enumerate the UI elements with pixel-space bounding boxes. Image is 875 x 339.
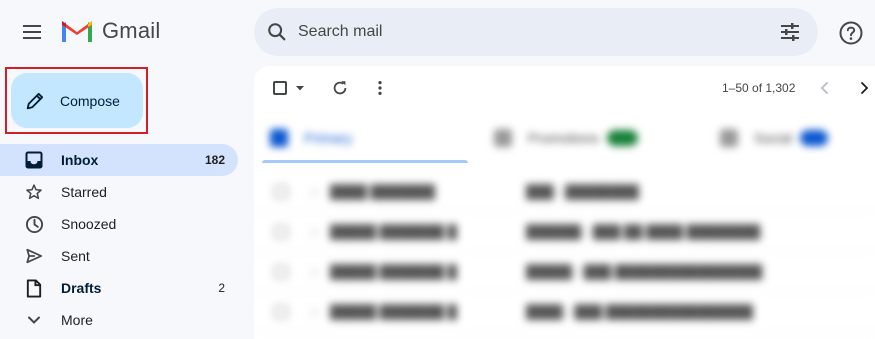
clock-icon xyxy=(24,214,44,234)
mail-list-panel: 1–50 of 1,302 Primary Promotions Social xyxy=(254,66,875,339)
pencil-icon xyxy=(26,92,44,109)
help-icon[interactable] xyxy=(838,20,864,46)
sidebar-item-sent[interactable]: Sent xyxy=(0,240,238,272)
tag-icon xyxy=(494,129,512,147)
mail-row[interactable]: ☆ █████ ███████ █ █████ - ███ ██████████… xyxy=(254,252,875,292)
tab-label: Promotions xyxy=(528,130,599,146)
tab-badge xyxy=(606,130,639,146)
send-icon xyxy=(24,246,44,266)
more-options-icon[interactable] xyxy=(371,79,389,97)
mail-row[interactable]: ☆ ████ ███████ ███ - ████████ xyxy=(254,172,875,212)
row-subject: ████ - ███ ████████████████ xyxy=(526,304,754,319)
people-icon xyxy=(720,129,738,147)
row-checkbox[interactable] xyxy=(274,224,288,239)
row-checkbox[interactable] xyxy=(274,184,288,199)
star-icon[interactable]: ☆ xyxy=(308,185,322,199)
inbox-icon xyxy=(24,150,44,170)
unread-count: 182 xyxy=(204,153,225,167)
mail-row[interactable]: ☆ █████ ███████ █ ████ - ███ ███████████… xyxy=(254,292,875,332)
select-dropdown-icon[interactable] xyxy=(295,83,305,93)
search-options-icon[interactable] xyxy=(778,20,802,44)
draft-count: 2 xyxy=(218,281,225,295)
sidebar-item-inbox[interactable]: Inbox 182 xyxy=(0,144,238,176)
row-subject: ███ - ████████ xyxy=(526,184,639,199)
chevron-down-icon xyxy=(24,310,44,330)
star-icon[interactable]: ☆ xyxy=(308,305,322,319)
hamburger-icon xyxy=(23,25,41,39)
row-sender: █████ ███████ █ xyxy=(330,264,457,279)
star-icon[interactable]: ☆ xyxy=(308,265,322,279)
sidebar-item-label: More xyxy=(61,312,93,328)
row-checkbox[interactable] xyxy=(274,264,288,279)
tab-promotions[interactable]: Promotions xyxy=(494,110,639,166)
mail-list: ☆ ████ ███████ ███ - ████████ ☆ █████ ██… xyxy=(254,172,875,332)
tab-primary[interactable]: Primary xyxy=(270,110,352,166)
tab-badge xyxy=(800,130,829,146)
star-icon[interactable]: ☆ xyxy=(308,225,322,239)
search-icon[interactable] xyxy=(266,21,288,43)
main-menu-button[interactable] xyxy=(14,14,50,50)
compose-button[interactable]: Compose xyxy=(11,73,143,128)
row-subject: ██████ - ███ ██ ████ ████████ xyxy=(526,224,761,239)
mail-row[interactable]: ☆ █████ ███████ █ ██████ - ███ ██ ████ █… xyxy=(254,212,875,252)
search-input[interactable] xyxy=(298,23,778,41)
sidebar-item-label: Drafts xyxy=(61,280,102,296)
pagination-text: 1–50 of 1,302 xyxy=(722,81,796,95)
sidebar-nav: Inbox 182 Starred Snoozed Sent Drafts 2 … xyxy=(0,144,244,336)
sidebar-item-snoozed[interactable]: Snoozed xyxy=(0,208,238,240)
sidebar-item-label: Inbox xyxy=(61,152,99,168)
draft-icon xyxy=(24,278,44,298)
chevron-left-icon[interactable] xyxy=(817,80,833,96)
inbox-icon xyxy=(270,129,288,147)
row-sender: █████ ███████ █ xyxy=(330,304,457,319)
row-subject: █████ - ███ ████████████████ xyxy=(526,264,763,279)
tab-label: Social xyxy=(754,130,793,146)
active-tab-indicator xyxy=(262,160,468,163)
sidebar-item-more[interactable]: More xyxy=(0,304,238,336)
gmail-logo[interactable]: Gmail xyxy=(60,18,160,44)
select-all-checkbox[interactable] xyxy=(273,81,287,95)
tab-label: Primary xyxy=(304,130,353,146)
sidebar-item-drafts[interactable]: Drafts 2 xyxy=(0,272,238,304)
star-icon xyxy=(24,182,44,202)
sidebar-item-label: Starred xyxy=(61,184,107,200)
row-checkbox[interactable] xyxy=(274,304,288,319)
chevron-right-icon[interactable] xyxy=(856,80,872,96)
tab-social[interactable]: Social xyxy=(720,110,829,166)
sidebar-item-label: Sent xyxy=(61,248,90,264)
compose-label: Compose xyxy=(60,92,120,109)
row-sender: █████ ███████ █ xyxy=(330,224,457,239)
app-name: Gmail xyxy=(102,18,161,43)
gmail-m-icon xyxy=(62,21,92,42)
search-bar[interactable] xyxy=(254,8,818,56)
sidebar-item-starred[interactable]: Starred xyxy=(0,176,238,208)
row-sender: ████ ███████ xyxy=(330,184,435,199)
mail-toolbar: 1–50 of 1,302 xyxy=(254,66,875,110)
refresh-icon[interactable] xyxy=(331,79,349,97)
sidebar-item-label: Snoozed xyxy=(61,216,117,232)
